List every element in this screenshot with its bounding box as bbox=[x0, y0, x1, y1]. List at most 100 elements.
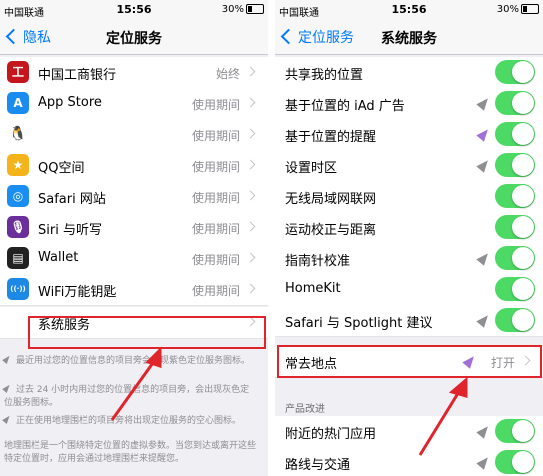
status-bar: 中国联通 15:56 30% bbox=[0, 0, 268, 20]
system-service-row: 运动校正与距离 bbox=[275, 212, 543, 244]
toggle-switch[interactable] bbox=[495, 419, 535, 443]
row-label: HomeKit bbox=[285, 281, 341, 296]
toggle-switch[interactable] bbox=[495, 122, 535, 146]
chevron-right-icon bbox=[245, 159, 256, 170]
status-bar: 中国联通 15:56 30% bbox=[275, 0, 543, 20]
page-title: 定位服务 bbox=[106, 31, 162, 47]
system-service-row: 附近的热门应用 bbox=[275, 416, 543, 448]
toggle-switch[interactable] bbox=[495, 277, 535, 301]
row-label: 设置时区 bbox=[285, 161, 338, 176]
system-service-row: 指南针校准 bbox=[275, 243, 543, 275]
chevron-right-icon bbox=[245, 252, 256, 263]
chevron-right-icon bbox=[245, 190, 256, 201]
toggle-switch[interactable] bbox=[495, 308, 535, 332]
row-label: 指南针校准 bbox=[285, 254, 351, 269]
compass-icon: ◎ bbox=[7, 185, 29, 207]
row-label: 运动校正与距离 bbox=[285, 223, 377, 238]
panel-divider bbox=[268, 0, 275, 476]
row-label: App Store bbox=[38, 95, 102, 110]
toggle-switch[interactable] bbox=[495, 153, 535, 177]
permission-value: 使用期间 bbox=[191, 284, 240, 298]
row-label: 共享我的位置 bbox=[285, 68, 364, 83]
permission-value: 使用期间 bbox=[191, 253, 240, 267]
system-service-row: 共享我的位置 bbox=[275, 57, 543, 89]
app-store-icon: A bbox=[7, 92, 29, 114]
wifi-key-icon: ((·)) bbox=[7, 278, 29, 300]
battery-status: 30% bbox=[497, 4, 539, 15]
row-label: 基于位置的 iAd 广告 bbox=[285, 99, 405, 114]
nav-bar: 隐私 定位服务 bbox=[0, 20, 268, 55]
chevron-right-icon bbox=[245, 283, 256, 294]
system-service-row: Safari 与 Spotlight 建议 bbox=[275, 305, 543, 337]
star-icon: ★ bbox=[7, 154, 29, 176]
app-location-row[interactable]: ★ QQ空间 使用期间 bbox=[0, 150, 268, 182]
left-screen: 中国联通 15:56 30% 隐私 定位服务 工中国工商银行 始终 A App Sto… bbox=[0, 0, 268, 476]
system-service-row: 基于位置的提醒 bbox=[275, 119, 543, 151]
app-location-row[interactable]: 工中国工商银行 始终 bbox=[0, 57, 268, 89]
row-label: 基于位置的提醒 bbox=[285, 130, 377, 145]
location-arrow-icon bbox=[476, 454, 492, 470]
app-location-row[interactable]: A App Store 使用期间 bbox=[0, 88, 268, 120]
app-location-row[interactable]: 🎙 Siri 与听写 使用期间 bbox=[0, 212, 268, 244]
section-header: 产品改进 bbox=[285, 404, 325, 415]
battery-status: 30% bbox=[222, 4, 264, 15]
permission-value: 使用期间 bbox=[191, 222, 240, 236]
footer-note: 过去 24 小时内用过您的位置信息的项目旁，会出现灰色定位服务图标。 bbox=[2, 383, 250, 408]
row-label: Safari 网站 bbox=[38, 192, 106, 207]
footer-note: 最近用过您的位置信息的项目旁会出现紫色定位服务图标。 bbox=[2, 354, 256, 368]
toggle-switch[interactable] bbox=[495, 60, 535, 84]
row-label: Siri 与听写 bbox=[38, 223, 102, 238]
location-arrow-icon bbox=[2, 354, 12, 364]
location-arrow-icon bbox=[476, 250, 492, 266]
location-arrow-icon bbox=[476, 312, 492, 328]
app-location-row[interactable]: ▤ Wallet 使用期间 bbox=[0, 243, 268, 275]
page-title: 系统服务 bbox=[381, 31, 437, 47]
right-screen: 中国联通 15:56 30% 定位服务 系统服务 共享我的位置基于位置的 iAd… bbox=[275, 0, 543, 476]
app-location-row[interactable]: ((·)) WiFi万能钥匙 使用期间 bbox=[0, 274, 268, 306]
chevron-right-icon bbox=[245, 97, 256, 108]
row-label: WiFi万能钥匙 bbox=[38, 285, 117, 300]
location-arrow-icon bbox=[476, 95, 492, 111]
chevron-right-icon bbox=[245, 128, 256, 139]
permission-value: 使用期间 bbox=[191, 98, 240, 112]
toggle-switch[interactable] bbox=[495, 184, 535, 208]
location-arrow-icon bbox=[476, 157, 492, 173]
battery-icon bbox=[521, 4, 539, 14]
app-location-row[interactable]: 🐧 使用期间 bbox=[0, 119, 268, 151]
penguin-icon: 🐧 bbox=[7, 123, 29, 145]
row-label: 无线局域网联网 bbox=[285, 192, 377, 207]
system-service-row: 基于位置的 iAd 广告 bbox=[275, 88, 543, 120]
footer-note: 正在使用地理围栏的项目旁将出现定位服务的空心图标。 bbox=[2, 414, 256, 428]
microphone-icon: 🎙 bbox=[7, 216, 29, 238]
system-service-row: 设置时区 bbox=[275, 150, 543, 182]
location-arrow-icon bbox=[2, 383, 12, 393]
row-label: Wallet bbox=[38, 250, 79, 265]
system-service-row: HomeKit bbox=[275, 274, 543, 306]
wallet-icon: ▤ bbox=[7, 247, 29, 269]
permission-value: 使用期间 bbox=[191, 129, 240, 143]
row-label: 路线与交通 bbox=[285, 458, 351, 473]
system-service-row: 路线与交通 bbox=[275, 447, 543, 476]
nav-bar: 定位服务 系统服务 bbox=[275, 20, 543, 55]
battery-icon bbox=[246, 4, 264, 14]
footer-note: 地理围栏是一个围绕特定位置的虚拟参数。当您到达或离开这些特定位置时，应用会通过地… bbox=[4, 441, 257, 464]
row-label: Safari 与 Spotlight 建议 bbox=[285, 316, 433, 331]
highlight-box bbox=[28, 316, 266, 349]
row-label: 中国工商银行 bbox=[38, 68, 117, 83]
location-arrow-icon bbox=[476, 423, 492, 439]
toggle-switch[interactable] bbox=[495, 450, 535, 474]
location-arrow-icon bbox=[476, 126, 492, 142]
permission-value: 使用期间 bbox=[191, 191, 240, 205]
app-location-row[interactable]: ◎ Safari 网站 使用期间 bbox=[0, 181, 268, 213]
toggle-switch[interactable] bbox=[495, 246, 535, 270]
bank-icon: 工 bbox=[7, 61, 29, 83]
permission-value: 使用期间 bbox=[191, 160, 240, 174]
location-arrow-icon bbox=[2, 414, 12, 424]
chevron-right-icon bbox=[245, 221, 256, 232]
row-label: 附近的热门应用 bbox=[285, 427, 377, 442]
permission-value: 始终 bbox=[215, 67, 240, 81]
chevron-right-icon bbox=[245, 66, 256, 77]
toggle-switch[interactable] bbox=[495, 91, 535, 115]
row-label: QQ空间 bbox=[38, 161, 85, 176]
toggle-switch[interactable] bbox=[495, 215, 535, 239]
